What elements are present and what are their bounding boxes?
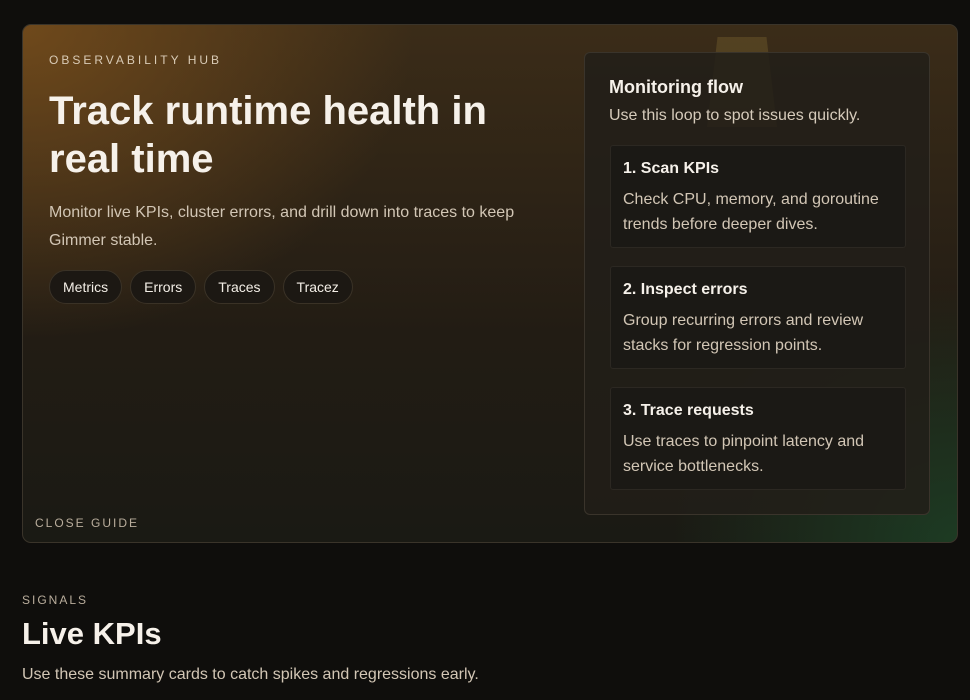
chip-tracez[interactable]: Tracez (282, 270, 353, 304)
flow-step-scan-kpis: 1. Scan KPIs Check CPU, memory, and goro… (610, 145, 906, 248)
chip-metrics[interactable]: Metrics (49, 270, 123, 304)
hero-description: Monitor live KPIs, cluster errors, and d… (49, 204, 515, 249)
flow-subtitle: Use this loop to spot issues quickly. (609, 107, 861, 124)
section-description: Use these summary cards to catch spikes … (22, 666, 479, 683)
flow-title: Monitoring flow (609, 77, 743, 97)
flow-step-trace-requests: 3. Trace requests Use traces to pinpoint… (610, 387, 906, 490)
monitoring-flow-card: Monitoring flow Use this loop to spot is… (584, 52, 930, 515)
signals-eyebrow: SIGNALS (22, 593, 89, 607)
step-title: 1. Scan KPIs (623, 160, 720, 177)
hero-title: Track runtime health in real time (49, 89, 487, 181)
close-guide-button[interactable]: CLOSE GUIDE (35, 516, 139, 530)
chip-errors[interactable]: Errors (130, 270, 197, 304)
step-title: 3. Trace requests (623, 402, 754, 419)
flow-step-inspect-errors: 2. Inspect errors Group recurring errors… (610, 266, 906, 369)
step-title: 2. Inspect errors (623, 281, 748, 298)
chip-traces[interactable]: Traces (204, 270, 275, 304)
section-chips: Metrics Errors Traces Tracez (49, 270, 353, 304)
onboarding-guide-hero: OBSERVABILITY HUB Track runtime health i… (22, 24, 958, 543)
hero-eyebrow: OBSERVABILITY HUB (49, 53, 223, 67)
step-description: Check CPU, memory, and goroutine trends … (623, 191, 879, 233)
section-title: Live KPIs (22, 616, 162, 651)
step-description: Group recurring errors and review stacks… (623, 312, 864, 354)
step-description: Use traces to pinpoint latency and servi… (623, 433, 865, 475)
